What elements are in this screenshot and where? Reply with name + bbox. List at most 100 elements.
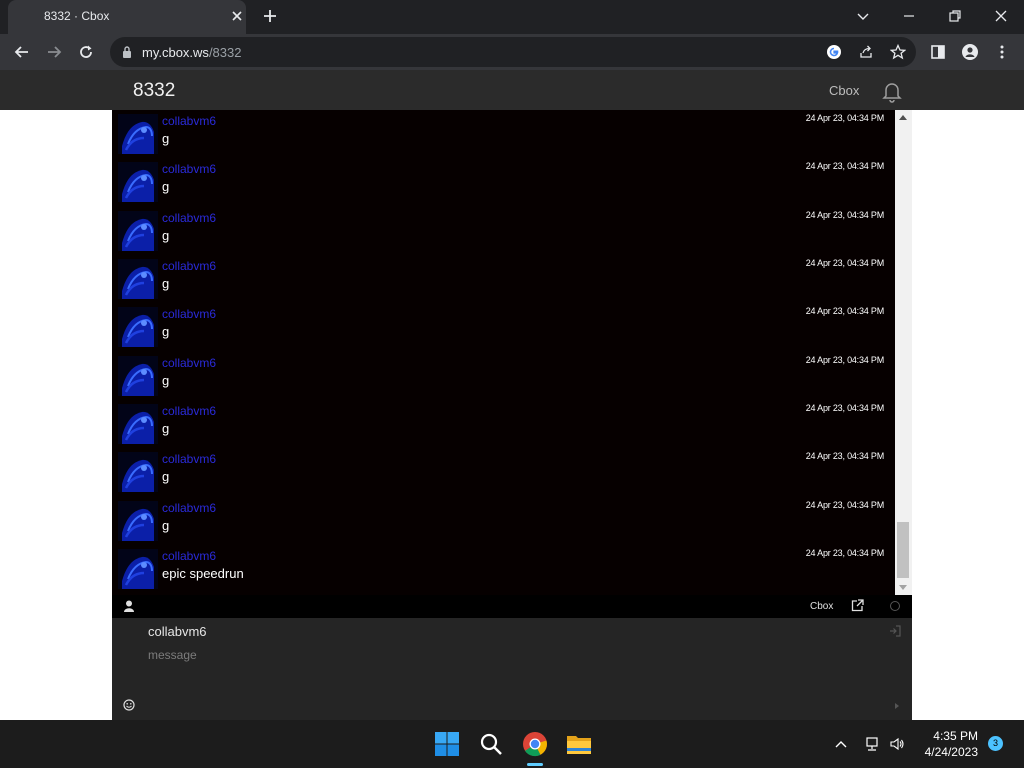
network-icon[interactable] <box>864 736 880 752</box>
tab-title: 8332 · Cbox <box>44 9 110 23</box>
chat-message: collabvm6 24 Apr 23, 04:34 PM g <box>112 355 895 404</box>
back-icon[interactable] <box>14 44 30 60</box>
message-username[interactable]: collabvm6 <box>162 211 216 225</box>
google-icon[interactable] <box>826 44 842 60</box>
message-timestamp: 24 Apr 23, 04:34 PM <box>805 210 884 220</box>
avatar[interactable] <box>118 501 158 541</box>
close-icon[interactable] <box>230 9 244 23</box>
message-list[interactable]: collabvm6 24 Apr 23, 04:34 PM g collabvm6 24… <box>112 110 895 595</box>
message-timestamp: 24 Apr 23, 04:34 PM <box>805 258 884 268</box>
message-text: g <box>162 324 170 339</box>
taskbar-date[interactable]: 4/24/2023 <box>900 745 978 759</box>
tab-search-icon[interactable] <box>855 8 871 24</box>
active-app-indicator <box>527 763 543 766</box>
avatar[interactable] <box>118 549 158 589</box>
message-username[interactable]: collabvm6 <box>162 549 216 563</box>
avatar[interactable] <box>118 356 158 396</box>
page-title: 8332 <box>133 80 176 101</box>
bell-icon[interactable] <box>880 79 904 103</box>
message-timestamp: 24 Apr 23, 04:34 PM <box>805 548 884 558</box>
message-timestamp: 24 Apr 23, 04:34 PM <box>805 306 884 316</box>
message-username[interactable]: collabvm6 <box>162 307 216 321</box>
message-timestamp: 24 Apr 23, 04:34 PM <box>805 113 884 123</box>
message-timestamp: 24 Apr 23, 04:34 PM <box>805 500 884 510</box>
chat-message: collabvm6 24 Apr 23, 04:34 PM g <box>112 403 895 452</box>
avatar[interactable] <box>118 211 158 251</box>
message-text: g <box>162 228 170 243</box>
message-text: epic speedrun <box>162 566 244 581</box>
status-indicator <box>890 601 900 611</box>
file-explorer-icon[interactable] <box>563 728 595 760</box>
message-timestamp: 24 Apr 23, 04:34 PM <box>805 161 884 171</box>
message-input[interactable] <box>148 648 848 662</box>
menu-icon[interactable] <box>994 44 1010 60</box>
avatar[interactable] <box>118 114 158 154</box>
message-text: g <box>162 518 170 533</box>
avatar[interactable] <box>118 259 158 299</box>
message-username[interactable]: collabvm6 <box>162 452 216 466</box>
avatar[interactable] <box>118 452 158 492</box>
search-icon[interactable] <box>475 728 507 760</box>
cbox-brand-link[interactable]: Cbox <box>810 601 833 612</box>
scroll-thumb[interactable] <box>897 522 909 578</box>
forward-icon[interactable] <box>46 44 62 60</box>
profile-icon[interactable] <box>962 44 978 60</box>
message-text: g <box>162 131 170 146</box>
compose-username[interactable]: collabvm6 <box>148 624 207 639</box>
avatar[interactable] <box>118 307 158 347</box>
message-timestamp: 24 Apr 23, 04:34 PM <box>805 403 884 413</box>
chevron-up-icon[interactable] <box>833 736 849 752</box>
message-username[interactable]: collabvm6 <box>162 114 216 128</box>
message-username[interactable]: collabvm6 <box>162 404 216 418</box>
popout-icon[interactable] <box>851 599 864 612</box>
scroll-up-arrow[interactable] <box>899 115 907 120</box>
message-text: g <box>162 179 170 194</box>
chat-message: collabvm6 24 Apr 23, 04:34 PM g <box>112 161 895 210</box>
lock-icon[interactable] <box>122 46 132 58</box>
browser-toolbar: my.cbox.ws/8332 <box>0 34 1024 70</box>
message-text: g <box>162 373 170 388</box>
url-text: my.cbox.ws/8332 <box>142 45 242 60</box>
windows-start-icon[interactable] <box>431 728 463 760</box>
minimize-icon[interactable] <box>901 8 917 24</box>
new-tab-icon[interactable] <box>262 8 278 24</box>
cbox-chat: collabvm6 24 Apr 23, 04:34 PM g collabvm6 24… <box>112 110 912 720</box>
cbox-toolbar: Cbox <box>112 595 912 618</box>
share-icon[interactable] <box>858 44 874 60</box>
chat-message: collabvm6 24 Apr 23, 04:34 PM g <box>112 210 895 259</box>
message-text: g <box>162 469 170 484</box>
avatar[interactable] <box>118 404 158 444</box>
message-username[interactable]: collabvm6 <box>162 501 216 515</box>
message-username[interactable]: collabvm6 <box>162 162 216 176</box>
message-username[interactable]: collabvm6 <box>162 259 216 273</box>
chat-message: collabvm6 24 Apr 23, 04:34 PM g <box>112 306 895 355</box>
star-icon[interactable] <box>890 44 906 60</box>
scroll-down-arrow[interactable] <box>899 585 907 590</box>
cbox-nav-link[interactable]: Cbox <box>829 83 859 98</box>
message-username[interactable]: collabvm6 <box>162 356 216 370</box>
message-timestamp: 24 Apr 23, 04:34 PM <box>805 451 884 461</box>
address-bar[interactable]: my.cbox.ws/8332 <box>110 37 916 67</box>
restore-icon[interactable] <box>947 8 963 24</box>
compose-area: collabvm6 <box>112 618 912 720</box>
user-icon[interactable] <box>124 600 134 612</box>
chat-message: collabvm6 24 Apr 23, 04:34 PM g <box>112 451 895 500</box>
chat-message: collabvm6 24 Apr 23, 04:34 PM g <box>112 500 895 549</box>
taskbar-time[interactable]: 4:35 PM <box>900 729 978 743</box>
notification-badge[interactable]: 3 <box>988 736 1003 751</box>
chrome-icon[interactable] <box>519 728 551 760</box>
avatar[interactable] <box>118 162 158 202</box>
message-text: g <box>162 276 170 291</box>
logout-icon[interactable] <box>889 625 901 637</box>
chat-message: collabvm6 24 Apr 23, 04:34 PM g <box>112 258 895 307</box>
send-arrow-icon[interactable] <box>895 703 899 709</box>
reload-icon[interactable] <box>78 44 94 60</box>
browser-tab[interactable]: 8332 · Cbox <box>8 0 246 34</box>
smiley-icon[interactable] <box>123 699 135 711</box>
message-text: g <box>162 421 170 436</box>
message-scrollbar[interactable] <box>895 110 912 595</box>
close-window-icon[interactable] <box>993 8 1009 24</box>
side-panel-icon[interactable] <box>930 44 946 60</box>
message-timestamp: 24 Apr 23, 04:34 PM <box>805 355 884 365</box>
chat-message: collabvm6 24 Apr 23, 04:34 PM epic speedru… <box>112 548 895 595</box>
